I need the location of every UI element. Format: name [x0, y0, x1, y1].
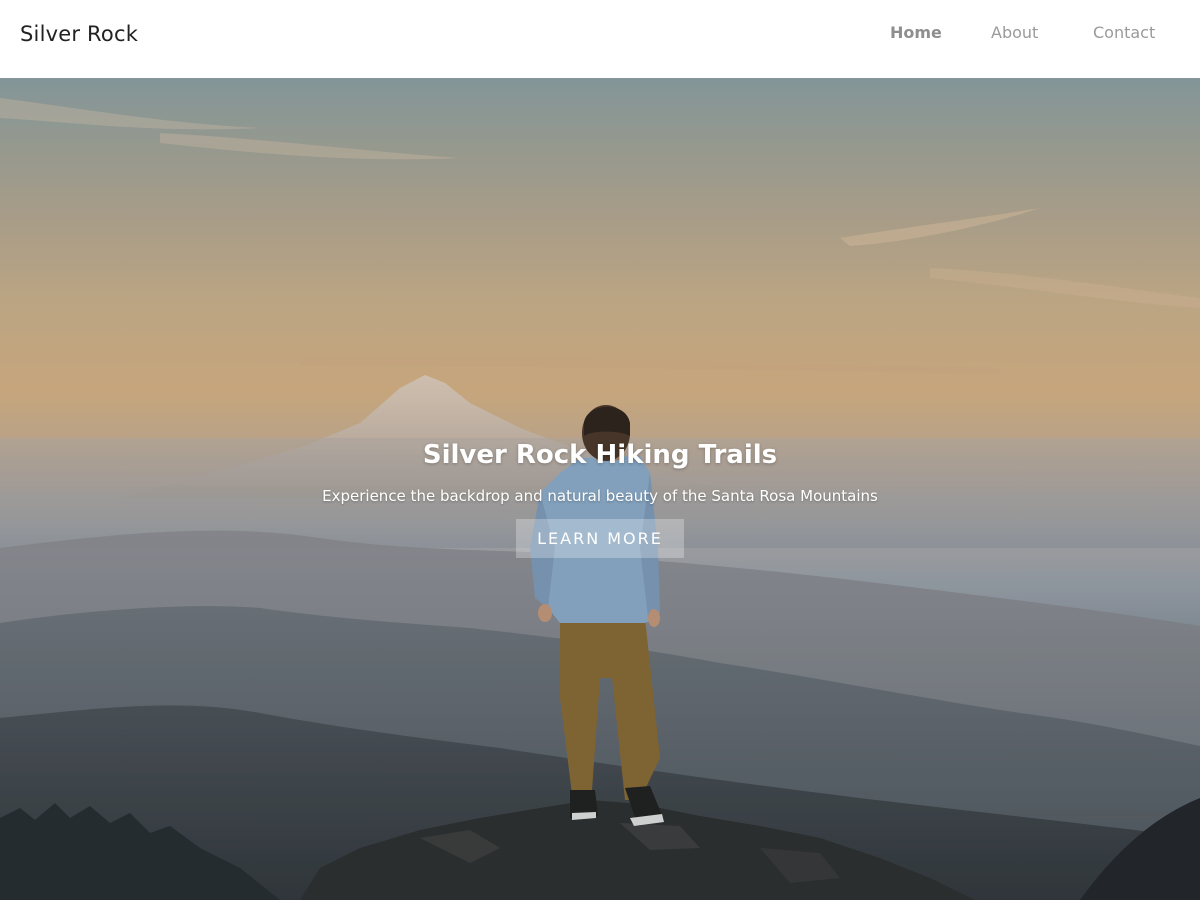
hero-title: Silver Rock Hiking Trails	[422, 440, 778, 470]
brand-logo-link[interactable]: Silver Rock	[20, 22, 138, 46]
navbar: Silver Rock Home About Contact	[0, 0, 1200, 78]
nav-item-home[interactable]: Home	[890, 23, 942, 42]
nav-item-about[interactable]: About	[991, 23, 1038, 42]
nav-item-contact[interactable]: Contact	[1093, 23, 1155, 42]
hero-subtitle: Experience the backdrop and natural beau…	[322, 487, 878, 505]
learn-more-button[interactable]: LEARN MORE	[516, 519, 684, 558]
hero-section: Silver Rock Hiking Trails Experience the…	[0, 78, 1200, 900]
